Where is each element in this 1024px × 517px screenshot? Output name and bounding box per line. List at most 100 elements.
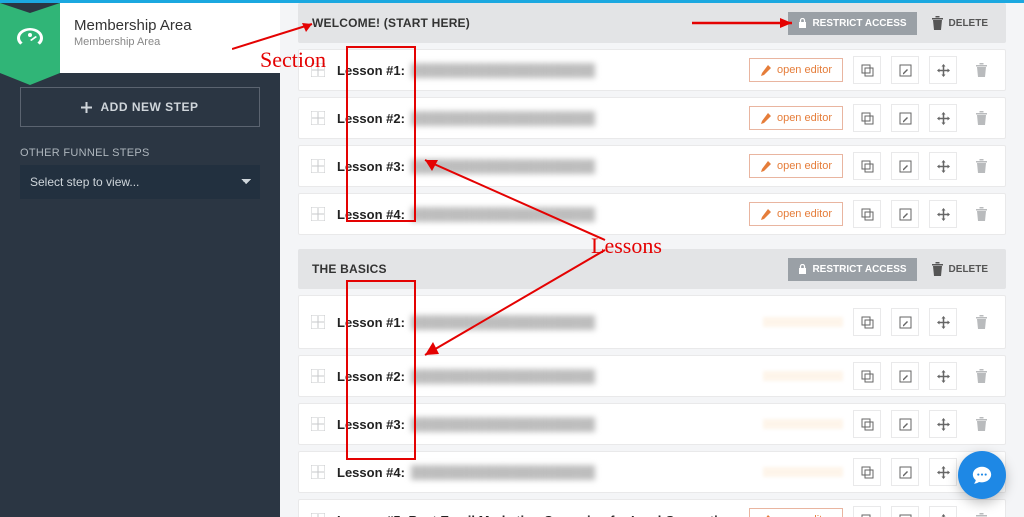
open-editor-button[interactable]: open editor <box>749 106 843 130</box>
lesson-title-wrap: Lesson #2:████████████████████ <box>337 111 739 126</box>
move-button[interactable] <box>929 362 957 390</box>
open-editor-button[interactable] <box>763 371 843 381</box>
move-button[interactable] <box>929 506 957 517</box>
add-new-step-button[interactable]: ADD NEW STEP <box>20 87 260 127</box>
grip-icon[interactable] <box>309 511 327 517</box>
lesson-label: Lesson #4: <box>337 465 405 480</box>
chat-fab[interactable] <box>958 451 1006 499</box>
move-button[interactable] <box>929 200 957 228</box>
edit-button[interactable] <box>891 200 919 228</box>
other-steps-select[interactable]: Select step to view... <box>20 165 260 199</box>
delete-lesson-button[interactable] <box>967 410 995 438</box>
delete-lesson-button[interactable] <box>967 152 995 180</box>
open-editor-button[interactable]: open editor <box>749 58 843 82</box>
pencil-icon <box>760 161 771 172</box>
lesson-title-wrap: Lesson #3:████████████████████ <box>337 159 739 174</box>
edit-button[interactable] <box>891 362 919 390</box>
edit-button[interactable] <box>891 506 919 517</box>
other-steps-label: OTHER FUNNEL STEPS <box>20 147 260 159</box>
lesson-title-wrap: Lesson #5: Best Email Marketing Campaign… <box>337 513 739 517</box>
delete-lesson-button[interactable] <box>967 200 995 228</box>
open-editor-button[interactable]: open editor <box>749 202 843 226</box>
copy-button[interactable] <box>853 104 881 132</box>
move-button[interactable] <box>929 458 957 486</box>
edit-button[interactable] <box>891 152 919 180</box>
trash-icon <box>931 262 944 276</box>
lesson-label: Lesson #2: <box>337 111 405 126</box>
lock-icon <box>798 18 807 28</box>
pencil-icon <box>760 209 771 220</box>
lesson-title-wrap: Lesson #2: ████████████████████ <box>337 369 753 384</box>
open-editor-button[interactable] <box>763 317 843 327</box>
lesson-title: ████████████████████ <box>411 369 595 384</box>
grip-icon[interactable] <box>309 205 327 223</box>
copy-button[interactable] <box>853 200 881 228</box>
lesson-row: Lesson #4:████████████████████open edito… <box>298 193 1006 235</box>
lesson-title-wrap: Lesson #1:████████████████████ <box>337 315 753 330</box>
edit-button[interactable] <box>891 56 919 84</box>
lesson-title: ████████████████████ <box>411 159 595 174</box>
copy-button[interactable] <box>853 410 881 438</box>
hero-title: Membership Area <box>74 17 192 34</box>
plus-icon <box>81 102 92 113</box>
grip-icon[interactable] <box>309 61 327 79</box>
edit-button[interactable] <box>891 104 919 132</box>
grip-icon[interactable] <box>309 157 327 175</box>
grip-icon[interactable] <box>309 109 327 127</box>
copy-button[interactable] <box>853 458 881 486</box>
open-editor-button[interactable]: open editor <box>749 154 843 178</box>
delete-lesson-button[interactable] <box>967 362 995 390</box>
delete-lesson-button[interactable] <box>967 56 995 84</box>
move-button[interactable] <box>929 410 957 438</box>
copy-button[interactable] <box>853 506 881 517</box>
lesson-label: Lesson #5: Best Email Marketing Campaign… <box>337 513 734 517</box>
delete-lesson-button[interactable] <box>967 506 995 517</box>
delete-lesson-button[interactable] <box>967 104 995 132</box>
open-editor-button[interactable]: open editor <box>749 508 843 517</box>
lesson-title-wrap: Lesson #3:████████████████████ <box>337 417 753 432</box>
move-button[interactable] <box>929 104 957 132</box>
delete-lesson-button[interactable] <box>967 308 995 336</box>
move-button[interactable] <box>929 56 957 84</box>
grip-icon[interactable] <box>309 463 327 481</box>
chat-icon <box>971 464 993 486</box>
add-new-step-label: ADD NEW STEP <box>100 100 198 114</box>
main-content: WELCOME! (START HERE)RESTRICT ACCESSDELE… <box>280 3 1024 517</box>
lesson-title: ████████████████████ <box>411 63 595 78</box>
lesson-title: ████████████████████ <box>411 315 595 330</box>
section-title: THE BASICS <box>312 262 778 276</box>
edit-button[interactable] <box>891 410 919 438</box>
lesson-label: Lesson #2: <box>337 369 405 384</box>
edit-button[interactable] <box>891 458 919 486</box>
copy-button[interactable] <box>853 152 881 180</box>
lesson-title-wrap: Lesson #1:████████████████████ <box>337 63 739 78</box>
lesson-title: ████████████████████ <box>411 465 595 480</box>
move-button[interactable] <box>929 308 957 336</box>
delete-section-button[interactable]: DELETE <box>927 256 992 282</box>
copy-button[interactable] <box>853 362 881 390</box>
hero-subtitle: Membership Area <box>74 36 192 48</box>
edit-button[interactable] <box>891 308 919 336</box>
pencil-icon <box>760 65 771 76</box>
delete-section-button[interactable]: DELETE <box>927 10 992 36</box>
copy-button[interactable] <box>853 56 881 84</box>
lesson-row: Lesson #1:████████████████████ <box>298 295 1006 349</box>
lesson-row: Lesson #3:████████████████████ open edito… <box>298 145 1006 187</box>
lesson-title-wrap: Lesson #4: ████████████████████ <box>337 465 753 480</box>
lesson-row: Lesson #1:████████████████████ open edito… <box>298 49 1006 91</box>
restrict-access-button[interactable]: RESTRICT ACCESS <box>788 12 916 35</box>
grip-icon[interactable] <box>309 367 327 385</box>
lesson-row: Lesson #3:████████████████████ <box>298 403 1006 445</box>
open-editor-button[interactable] <box>763 419 843 429</box>
lesson-label: Lesson #4: <box>337 207 405 222</box>
section: WELCOME! (START HERE)RESTRICT ACCESSDELE… <box>298 3 1006 235</box>
lesson-label: Lesson #3: <box>337 417 405 432</box>
grip-icon[interactable] <box>309 415 327 433</box>
sidebar: Membership Area Membership Area ADD NEW … <box>0 3 280 517</box>
move-button[interactable] <box>929 152 957 180</box>
dashboard-icon <box>0 3 60 73</box>
grip-icon[interactable] <box>309 313 327 331</box>
restrict-access-button[interactable]: RESTRICT ACCESS <box>788 258 916 281</box>
open-editor-button[interactable] <box>763 467 843 477</box>
copy-button[interactable] <box>853 308 881 336</box>
